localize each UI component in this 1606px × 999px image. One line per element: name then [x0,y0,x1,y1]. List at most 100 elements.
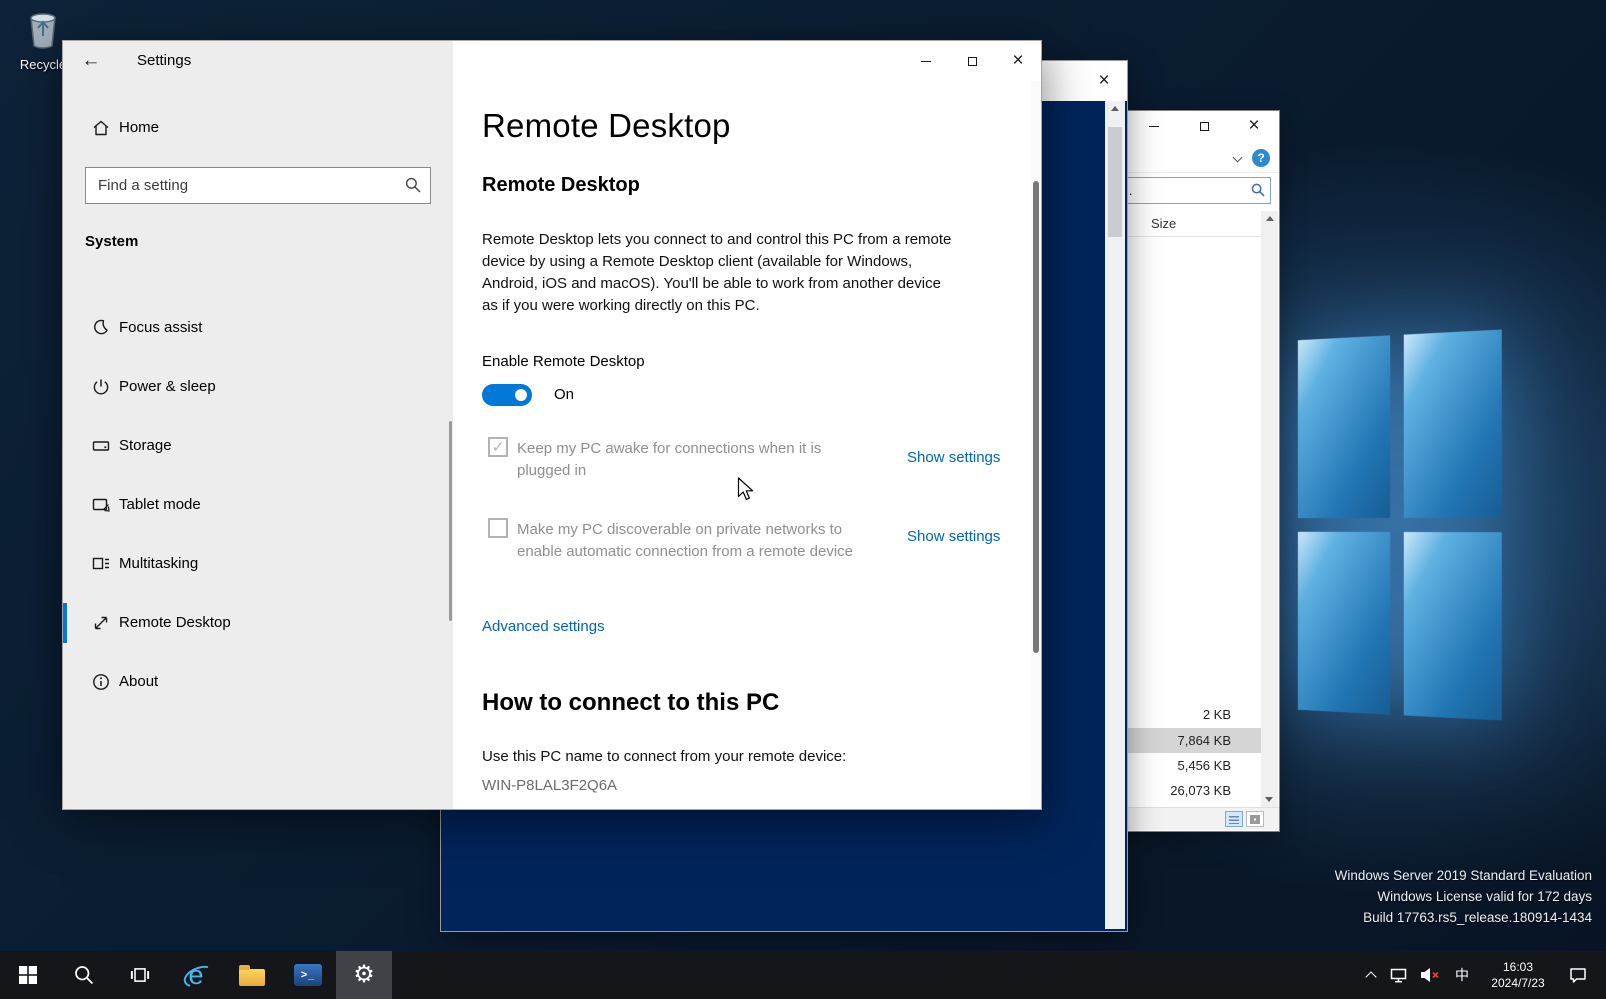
powershell-button[interactable] [280,951,336,999]
keep-awake-show-settings-link[interactable]: Show settings [907,449,1000,466]
sidebar-nav-list: Focus assist Power & sleep Storage [63,308,453,721]
close-icon [1248,116,1259,136]
windows-logo-wallpaper [1298,329,1502,720]
gear-icon [353,963,375,987]
scroll-thumb[interactable] [1108,127,1122,237]
discoverable-show-settings-link[interactable]: Show settings [907,528,1000,545]
keep-awake-label: Keep my PC awake for connections when it… [517,438,857,482]
focus-assist-icon [91,318,111,338]
start-button[interactable] [0,951,56,999]
settings-content: Remote Desktop Remote Desktop Remote Des… [453,41,1041,809]
sidebar-item-power-sleep[interactable]: Power & sleep [63,367,453,407]
start-icon [19,966,37,984]
desktop: Recycle Windows Server 2019 Standard Eva… [0,0,1606,999]
sidebar-item-remote-desktop[interactable]: Remote Desktop [63,603,453,643]
file-explorer-button[interactable] [224,951,280,999]
tablet-mode-icon [91,495,111,515]
settings-close-button[interactable] [995,41,1041,81]
settings-app-button[interactable] [336,951,392,999]
search-icon [1251,183,1265,197]
search-input[interactable] [86,168,430,203]
sidebar-item-label: Remote Desktop [119,603,231,643]
content-scrollbar-thumb[interactable] [1033,181,1039,653]
file-size: 2 KB [1203,707,1231,722]
thumbnails-view-icon [1250,815,1260,824]
sidebar-scrollbar[interactable] [449,421,452,621]
discoverable-checkbox[interactable] [488,518,508,538]
search-icon [405,177,421,193]
task-view-icon [130,965,150,985]
settings-maximize-button[interactable] [949,41,995,81]
minimize-icon [921,61,931,62]
scroll-up-icon [1111,106,1119,111]
explorer-maximize-button[interactable] [1179,111,1229,141]
watermark-line: Windows Server 2019 Standard Evaluation [1335,865,1592,886]
sidebar-item-label: Focus assist [119,308,202,348]
explorer-close-button[interactable] [1229,111,1279,141]
file-size: 7,864 KB [1178,733,1232,748]
network-icon [1390,967,1408,984]
volume-muted-button[interactable] [1414,951,1446,999]
sidebar-item-tablet-mode[interactable]: Tablet mode [63,485,453,525]
console-scrollbar[interactable] [1105,101,1125,929]
sidebar-item-about[interactable]: About [63,662,453,702]
sidebar-item-label: Storage [119,426,172,466]
details-view-button[interactable] [1225,811,1243,827]
explorer-scrollbar[interactable] [1261,211,1278,807]
scroll-up-icon [1266,216,1274,221]
clock-date: 2024/7/23 [1491,975,1544,991]
how-to-connect-heading: How to connect to this PC [482,689,779,717]
file-size: 26,073 KB [1170,783,1231,798]
file-explorer-icon [239,969,265,986]
action-center-button[interactable] [1558,951,1598,999]
taskbar-search-button[interactable] [56,951,112,999]
size-column-header[interactable]: Size [1151,211,1176,237]
wallpaper-pane [1298,335,1390,518]
sidebar-section-heading: System [85,233,138,250]
close-icon [1012,51,1023,71]
watermark-line: Build 17763.rs5_release.180914-1434 [1335,907,1592,928]
thumbnails-view-button[interactable] [1246,811,1264,827]
page-title: Remote Desktop [482,107,731,145]
about-icon [91,672,111,692]
close-icon [1098,71,1109,91]
internet-explorer-button[interactable]: e [168,951,224,999]
tray-overflow-button[interactable] [1358,951,1384,999]
console-close-button[interactable] [1081,61,1127,101]
window-title: Settings [137,52,191,69]
remote-desktop-toggle[interactable] [482,384,532,406]
task-view-button[interactable] [112,951,168,999]
settings-minimize-button[interactable] [903,41,949,81]
ribbon-collapse-chevron-icon[interactable] [1233,153,1243,163]
sidebar-item-label: About [119,662,158,702]
settings-sidebar: Settings Home System [63,41,453,809]
wallpaper-pane [1298,532,1390,715]
keep-awake-checkbox[interactable] [488,437,508,457]
sidebar-item-focus-assist[interactable]: Focus assist [63,308,453,348]
find-a-setting-search[interactable] [85,167,431,204]
action-center-icon [1569,967,1587,984]
scroll-down-icon [1265,797,1273,802]
explorer-minimize-button[interactable] [1129,111,1179,141]
sidebar-item-label: Home [119,108,159,148]
storage-icon [91,436,111,456]
pc-name-value: WIN-P8LAL3F2Q6A [482,777,617,794]
network-status-button[interactable] [1384,951,1414,999]
advanced-settings-link[interactable]: Advanced settings [482,618,605,635]
discoverable-label: Make my PC discoverable on private netwo… [517,519,869,563]
help-icon[interactable]: ? [1252,149,1270,167]
sidebar-item-home[interactable]: Home [63,108,453,148]
sidebar-item-multitasking[interactable]: Multitasking [63,544,453,584]
powershell-icon [294,964,322,986]
back-button[interactable] [71,43,111,79]
sidebar-item-storage[interactable]: Storage [63,426,453,466]
maximize-icon [1200,122,1209,131]
pc-name-instruction: Use this PC name to connect from your re… [482,748,846,765]
evaluation-watermark: Windows Server 2019 Standard Evaluation … [1335,865,1592,928]
recycle-bin-icon [23,6,63,50]
sidebar-item-label: Multitasking [119,544,198,584]
clock[interactable]: 16:03 2024/7/23 [1478,951,1558,999]
ime-indicator[interactable]: 中 [1446,951,1478,999]
internet-explorer-icon: e [188,962,203,989]
wallpaper-pane [1404,532,1502,721]
